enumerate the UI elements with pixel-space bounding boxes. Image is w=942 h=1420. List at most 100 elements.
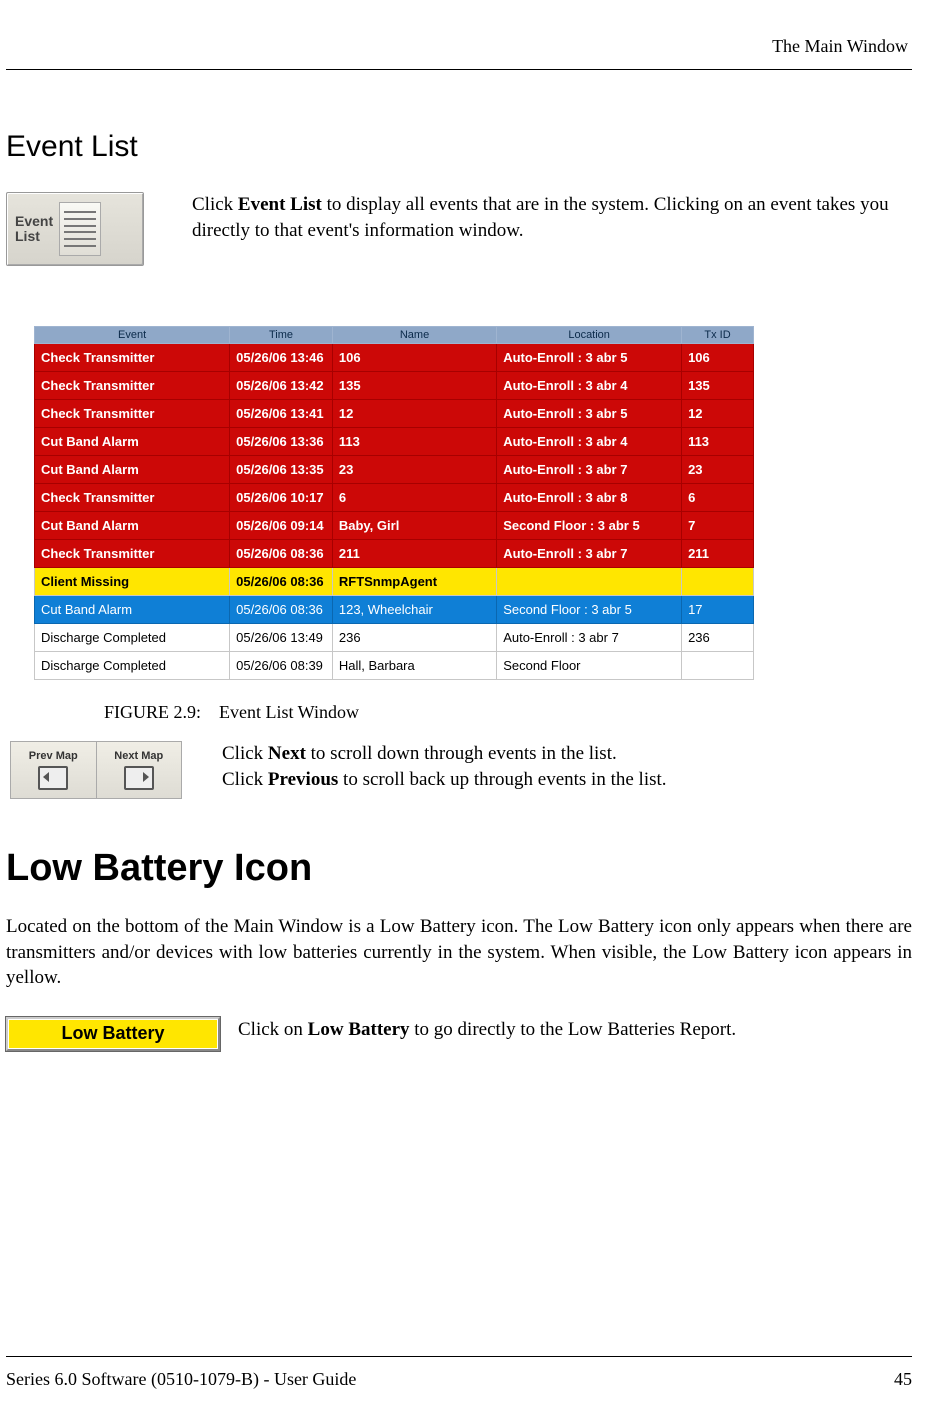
- table-cell: 106: [332, 344, 496, 372]
- prev-next-map-buttons: Prev Map Next Map: [10, 741, 182, 799]
- table-header-cell: Event: [35, 327, 230, 344]
- table-cell: Auto-Enroll : 3 abr 7: [497, 456, 682, 484]
- next-map-button[interactable]: Next Map: [96, 742, 182, 798]
- table-cell: Check Transmitter: [35, 484, 230, 512]
- table-cell: 23: [682, 456, 754, 484]
- table-cell: Auto-Enroll : 3 abr 5: [497, 400, 682, 428]
- table-row[interactable]: Check Transmitter05/26/06 13:42135Auto-E…: [35, 372, 754, 400]
- table-row[interactable]: Discharge Completed05/26/06 08:39Hall, B…: [35, 652, 754, 680]
- table-cell: 12: [332, 400, 496, 428]
- table-cell: Cut Band Alarm: [35, 596, 230, 624]
- table-header-cell: Time: [230, 327, 333, 344]
- table-cell: [682, 568, 754, 596]
- table-cell: RFTSnmpAgent: [332, 568, 496, 596]
- page-footer: Series 6.0 Software (0510-1079-B) - User…: [6, 1356, 912, 1390]
- event-list-table: EventTimeNameLocationTx ID Check Transmi…: [34, 326, 754, 680]
- footer-left: Series 6.0 Software (0510-1079-B) - User…: [6, 1369, 356, 1390]
- table-cell: Auto-Enroll : 3 abr 7: [497, 540, 682, 568]
- table-cell: Second Floor : 3 abr 5: [497, 596, 682, 624]
- table-cell: 135: [332, 372, 496, 400]
- low-battery-button[interactable]: Low Battery: [6, 1017, 220, 1051]
- table-cell: Second Floor : 3 abr 5: [497, 512, 682, 540]
- table-cell: Check Transmitter: [35, 540, 230, 568]
- table-cell: Auto-Enroll : 3 abr 4: [497, 428, 682, 456]
- table-cell: 05/26/06 08:39: [230, 652, 333, 680]
- table-row[interactable]: Cut Band Alarm05/26/06 09:14Baby, GirlSe…: [35, 512, 754, 540]
- table-cell: Discharge Completed: [35, 624, 230, 652]
- table-row[interactable]: Check Transmitter05/26/06 13:4112Auto-En…: [35, 400, 754, 428]
- table-cell: Cut Band Alarm: [35, 428, 230, 456]
- table-cell: Client Missing: [35, 568, 230, 596]
- page-number: 45: [894, 1369, 912, 1390]
- table-cell: 211: [682, 540, 754, 568]
- table-cell: 113: [682, 428, 754, 456]
- table-cell: 05/26/06 10:17: [230, 484, 333, 512]
- table-row[interactable]: Cut Band Alarm05/26/06 13:3523Auto-Enrol…: [35, 456, 754, 484]
- table-row[interactable]: Cut Band Alarm05/26/06 08:36123, Wheelch…: [35, 596, 754, 624]
- table-cell: 05/26/06 13:46: [230, 344, 333, 372]
- low-battery-heading: Low Battery Icon: [6, 847, 912, 890]
- table-row[interactable]: Check Transmitter05/26/06 08:36 211Auto-E…: [35, 540, 754, 568]
- next-map-icon: [124, 766, 154, 790]
- table-cell: 236: [682, 624, 754, 652]
- table-cell: 05/26/06 08:36: [230, 568, 333, 596]
- table-cell: 05/26/06 08:36: [230, 596, 333, 624]
- table-cell: 7: [682, 512, 754, 540]
- table-cell: Check Transmitter: [35, 400, 230, 428]
- table-cell: [497, 568, 682, 596]
- table-cell: Hall, Barbara: [332, 652, 496, 680]
- table-row[interactable]: Client Missing05/26/06 08:36RFTSnmpAgent: [35, 568, 754, 596]
- event-list-button[interactable]: EventList: [6, 192, 144, 266]
- table-cell: Cut Band Alarm: [35, 512, 230, 540]
- table-cell: 135: [682, 372, 754, 400]
- table-header-cell: Location: [497, 327, 682, 344]
- low-battery-button-label: Low Battery: [61, 1023, 164, 1044]
- low-battery-action-text: Click on Low Battery to go directly to t…: [238, 1017, 736, 1041]
- table-row[interactable]: Discharge Completed05/26/06 13:49236Auto…: [35, 624, 754, 652]
- footer-rule: [6, 1356, 912, 1357]
- table-cell: 05/26/06 13:42: [230, 372, 333, 400]
- table-row[interactable]: Check Transmitter05/26/06 10:176Auto-Enr…: [35, 484, 754, 512]
- low-battery-paragraph: Located on the bottom of the Main Window…: [6, 914, 912, 991]
- figure-caption: FIGURE 2.9:Event List Window: [104, 702, 912, 723]
- table-cell: 123, Wheelchair: [332, 596, 496, 624]
- table-cell: 05/26/06 09:14: [230, 512, 333, 540]
- table-cell: 05/26/06 13:41: [230, 400, 333, 428]
- prev-map-button[interactable]: Prev Map: [11, 742, 96, 798]
- table-cell: 17: [682, 596, 754, 624]
- table-header-cell: Name: [332, 327, 496, 344]
- table-cell: Baby, Girl: [332, 512, 496, 540]
- table-cell: Auto-Enroll : 3 abr 7: [497, 624, 682, 652]
- table-header-cell: Tx ID: [682, 327, 754, 344]
- prev-map-label: Prev Map: [29, 750, 78, 762]
- table-cell: 05/26/06 13:35: [230, 456, 333, 484]
- table-cell: 23: [332, 456, 496, 484]
- table-cell: [682, 652, 754, 680]
- table-cell: 6: [682, 484, 754, 512]
- table-cell: 113: [332, 428, 496, 456]
- table-row[interactable]: Cut Band Alarm05/26/06 13:36113Auto-Enro…: [35, 428, 754, 456]
- event-list-button-label: EventList: [15, 214, 53, 245]
- table-cell: Auto-Enroll : 3 abr 4: [497, 372, 682, 400]
- table-cell: 05/26/06 08:36: [230, 540, 333, 568]
- table-cell: 05/26/06 13:36: [230, 428, 333, 456]
- prev-map-icon: [38, 766, 68, 790]
- table-cell: 05/26/06 13:49: [230, 624, 333, 652]
- next-map-label: Next Map: [114, 750, 163, 762]
- table-header-row: EventTimeNameLocationTx ID: [35, 327, 754, 344]
- event-list-heading: Event List: [6, 130, 912, 164]
- list-icon: [59, 202, 101, 256]
- table-cell: 236: [332, 624, 496, 652]
- table-cell: Check Transmitter: [35, 372, 230, 400]
- table-cell: Second Floor: [497, 652, 682, 680]
- nav-instructions: Click Next to scroll down through events…: [192, 741, 667, 792]
- table-cell: 6: [332, 484, 496, 512]
- table-cell: Auto-Enroll : 3 abr 5: [497, 344, 682, 372]
- table-cell: Cut Band Alarm: [35, 456, 230, 484]
- header-rule: [6, 69, 912, 70]
- table-cell: Check Transmitter: [35, 344, 230, 372]
- table-cell: Auto-Enroll : 3 abr 8: [497, 484, 682, 512]
- table-cell: 106: [682, 344, 754, 372]
- table-row[interactable]: Check Transmitter05/26/06 13:46106Auto-E…: [35, 344, 754, 372]
- running-header: The Main Window: [6, 36, 912, 57]
